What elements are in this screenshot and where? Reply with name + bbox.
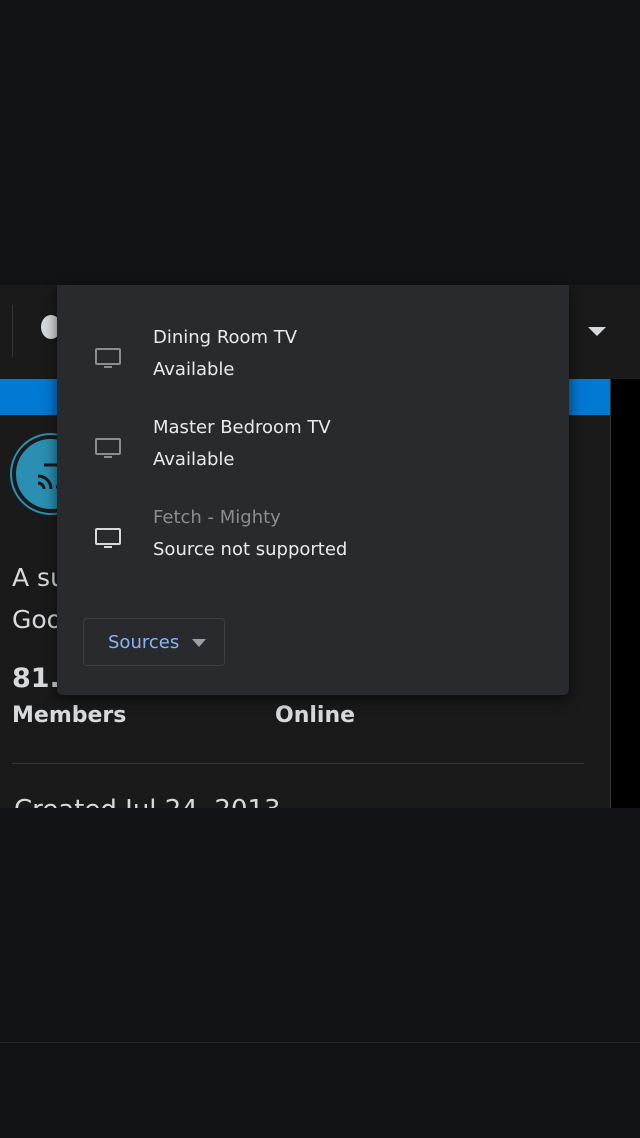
community-description-line-2: Goo [12,605,62,634]
tv-icon [95,438,121,458]
device-row-master-bedroom-tv[interactable]: Master Bedroom TV Available [57,415,569,493]
device-name: Fetch - Mighty [153,507,281,528]
device-name: Master Bedroom TV [153,417,331,438]
members-label: Members [12,703,127,728]
device-status: Available [153,359,235,380]
sources-button[interactable]: Sources [83,618,225,666]
cast-dialog: Dining Room TV Available Master Bedroom … [57,285,569,695]
chevron-down-icon [192,639,206,647]
device-status: Available [153,449,235,470]
online-label: Online [275,703,356,728]
created-date: Created Jul 24, 2013 [14,795,281,808]
divider [12,763,584,764]
members-count: 81. [12,663,60,694]
bottom-divider [0,1042,640,1043]
device-row-fetch-mighty: Fetch - Mighty Source not supported [57,505,569,583]
device-row-dining-room-tv[interactable]: Dining Room TV Available [57,325,569,403]
tv-icon [95,528,121,548]
chevron-down-icon[interactable] [588,327,606,336]
side-panel [610,379,640,808]
sources-label: Sources [108,632,180,653]
header-divider [12,305,13,357]
device-status: Source not supported [153,539,348,560]
tv-icon [95,348,121,368]
device-name: Dining Room TV [153,327,298,348]
